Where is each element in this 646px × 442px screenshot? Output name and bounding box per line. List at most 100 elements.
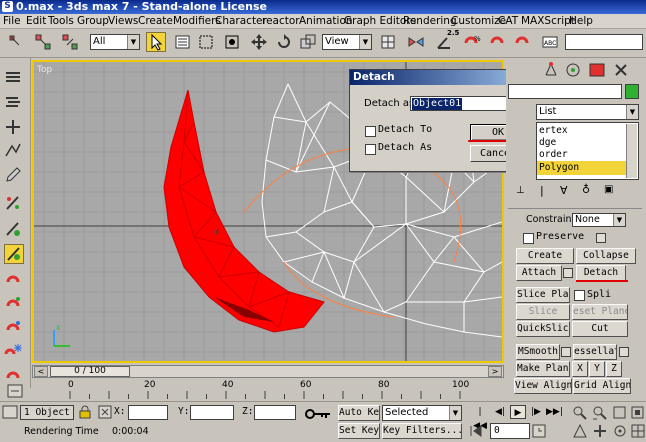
remove-modifier-icon[interactable]: ♁	[582, 183, 590, 196]
abc-icon[interactable]: ABC	[540, 32, 560, 52]
curve-editor-icon[interactable]	[4, 142, 24, 162]
z-coord-field[interactable]	[254, 405, 296, 420]
rectangular-selection-icon[interactable]	[196, 32, 216, 52]
slice-button[interactable]: Slice	[516, 304, 570, 320]
detach-to-element-checkbox[interactable]	[365, 126, 376, 137]
maximize-viewport-icon[interactable]	[630, 423, 646, 439]
select-by-name-icon[interactable]	[173, 32, 193, 52]
named-selection-field[interactable]	[565, 34, 643, 50]
pin-stack-icon[interactable]: ⊥	[516, 185, 525, 196]
x-coord-field[interactable]	[128, 405, 168, 420]
detach-as-clone-checkbox[interactable]	[365, 144, 376, 155]
preserve-uvs-checkbox[interactable]	[523, 233, 534, 244]
key-mode-toggle-icon[interactable]	[468, 423, 484, 439]
menu-maxscript[interactable]: MAXScript	[521, 14, 575, 28]
time-configuration-icon[interactable]	[532, 423, 546, 439]
magnet-green-icon[interactable]	[4, 294, 24, 314]
selection-filter-dropdown[interactable]: All ▼	[90, 34, 140, 50]
menu-file[interactable]: File	[3, 14, 21, 28]
pencil-icon[interactable]	[4, 166, 24, 186]
viewport-label[interactable]: Top	[37, 65, 52, 75]
magnet-icon[interactable]	[4, 270, 24, 290]
make-unique-icon[interactable]: ∀	[560, 184, 568, 197]
arc-rotate-icon[interactable]	[612, 423, 628, 439]
field-of-view-icon[interactable]	[572, 423, 588, 439]
preserve-settings-icon[interactable]	[596, 233, 606, 243]
auto-key-button[interactable]: Auto Key	[338, 405, 380, 421]
menu-help[interactable]: Help	[569, 14, 593, 28]
menu-edit[interactable]: Edit	[26, 14, 46, 28]
tessellate-settings-icon[interactable]	[619, 347, 629, 357]
menu-views[interactable]: Views	[108, 14, 138, 28]
window-crossing-icon[interactable]	[222, 32, 242, 52]
layers-icon[interactable]	[4, 68, 24, 88]
detach-button[interactable]: Detach	[576, 265, 626, 281]
percent-snap-icon[interactable]: %	[462, 32, 482, 52]
zoom-icon[interactable]	[572, 405, 588, 421]
key-mode-dropdown[interactable]: Selected ▼	[382, 405, 462, 421]
tessellate-button[interactable]: essellat	[573, 344, 617, 360]
zoom-extents-icon[interactable]	[612, 405, 628, 421]
modifier-list-dropdown[interactable]: List ▼	[536, 104, 639, 120]
msmooth-settings-icon[interactable]	[561, 347, 571, 357]
constraints-dropdown[interactable]: None ▼	[572, 213, 626, 227]
menu-reactor[interactable]: reactor	[262, 14, 300, 28]
stack-item-edge[interactable]: dge	[539, 137, 556, 148]
zoom-extents-all-icon[interactable]	[630, 405, 646, 421]
magnet-snowflake-icon[interactable]	[4, 342, 24, 362]
configure-modifier-icon[interactable]: ▣	[604, 184, 613, 195]
menu-rendering[interactable]: Rendering	[403, 14, 457, 28]
render-setup-icon[interactable]	[4, 194, 24, 214]
show-end-result-icon[interactable]: |	[540, 184, 544, 197]
select-and-move-icon[interactable]	[249, 32, 269, 52]
quickslice-button[interactable]: QuickSlice	[516, 321, 570, 337]
layers-manager-icon[interactable]	[4, 94, 24, 114]
active-tool-icon[interactable]	[4, 244, 24, 264]
reset-plane-button[interactable]: eset Plane	[572, 304, 628, 320]
select-and-scale-icon[interactable]	[298, 32, 318, 52]
menu-tools[interactable]: Tools	[48, 14, 74, 28]
key-icon[interactable]	[304, 408, 332, 420]
mirror-icon[interactable]	[406, 32, 426, 52]
chevron-right-icon[interactable]: >	[488, 366, 502, 377]
planar-y-button[interactable]: Y	[589, 361, 605, 377]
motion-tab-icon[interactable]	[564, 61, 582, 79]
view-align-button[interactable]: View Align	[514, 378, 572, 394]
chevron-left-icon[interactable]: <	[34, 366, 48, 377]
utilities-tab-icon[interactable]	[612, 61, 630, 79]
quick-render-icon[interactable]	[4, 220, 24, 240]
attach-button[interactable]: Attach	[516, 265, 562, 281]
go-to-end-icon[interactable]: ▶▶|	[546, 405, 563, 419]
make-planar-button[interactable]: Make Planar	[516, 361, 570, 377]
menu-modifiers[interactable]: Modifiers	[173, 14, 221, 28]
stack-item-border[interactable]: order	[539, 149, 568, 160]
display-tab-icon[interactable]	[588, 61, 606, 79]
play-icon[interactable]: ▶	[510, 405, 526, 419]
object-name-field[interactable]	[508, 84, 622, 99]
cut-button[interactable]: Cut	[572, 321, 628, 337]
time-slider-thumb[interactable]: 0 / 100	[50, 366, 130, 377]
select-and-link-icon[interactable]	[33, 32, 53, 52]
stack-item-vertex[interactable]: ertex	[539, 125, 568, 136]
max-script-listener-icon[interactable]	[2, 405, 18, 419]
track-bar-key-icon[interactable]	[0, 382, 30, 400]
angle-snap-icon[interactable]: 2.5	[434, 29, 459, 52]
magnet-icon[interactable]	[512, 32, 532, 52]
menu-cat[interactable]: CAT	[498, 14, 518, 28]
pan-icon[interactable]	[592, 423, 608, 439]
key-filters-button[interactable]: Key Filters...	[382, 423, 462, 439]
split-checkbox[interactable]	[574, 290, 585, 301]
lock-selection-icon[interactable]	[78, 405, 92, 419]
stack-item-polygon[interactable]: Polygon	[539, 162, 579, 173]
select-object-icon[interactable]	[146, 32, 166, 52]
unlink-selection-icon[interactable]	[60, 32, 80, 52]
create-button[interactable]: Create	[516, 248, 574, 264]
set-key-button[interactable]: Set Key	[338, 423, 380, 439]
undo-icon[interactable]	[6, 32, 26, 52]
select-and-rotate-icon[interactable]	[274, 32, 294, 52]
menu-character[interactable]: Character	[215, 14, 267, 28]
attach-list-icon[interactable]	[563, 268, 573, 278]
ref-coord-dropdown[interactable]: View ▼	[322, 34, 372, 50]
collapse-button[interactable]: Collapse	[576, 248, 636, 264]
stack-scrollbar[interactable]	[626, 124, 637, 178]
